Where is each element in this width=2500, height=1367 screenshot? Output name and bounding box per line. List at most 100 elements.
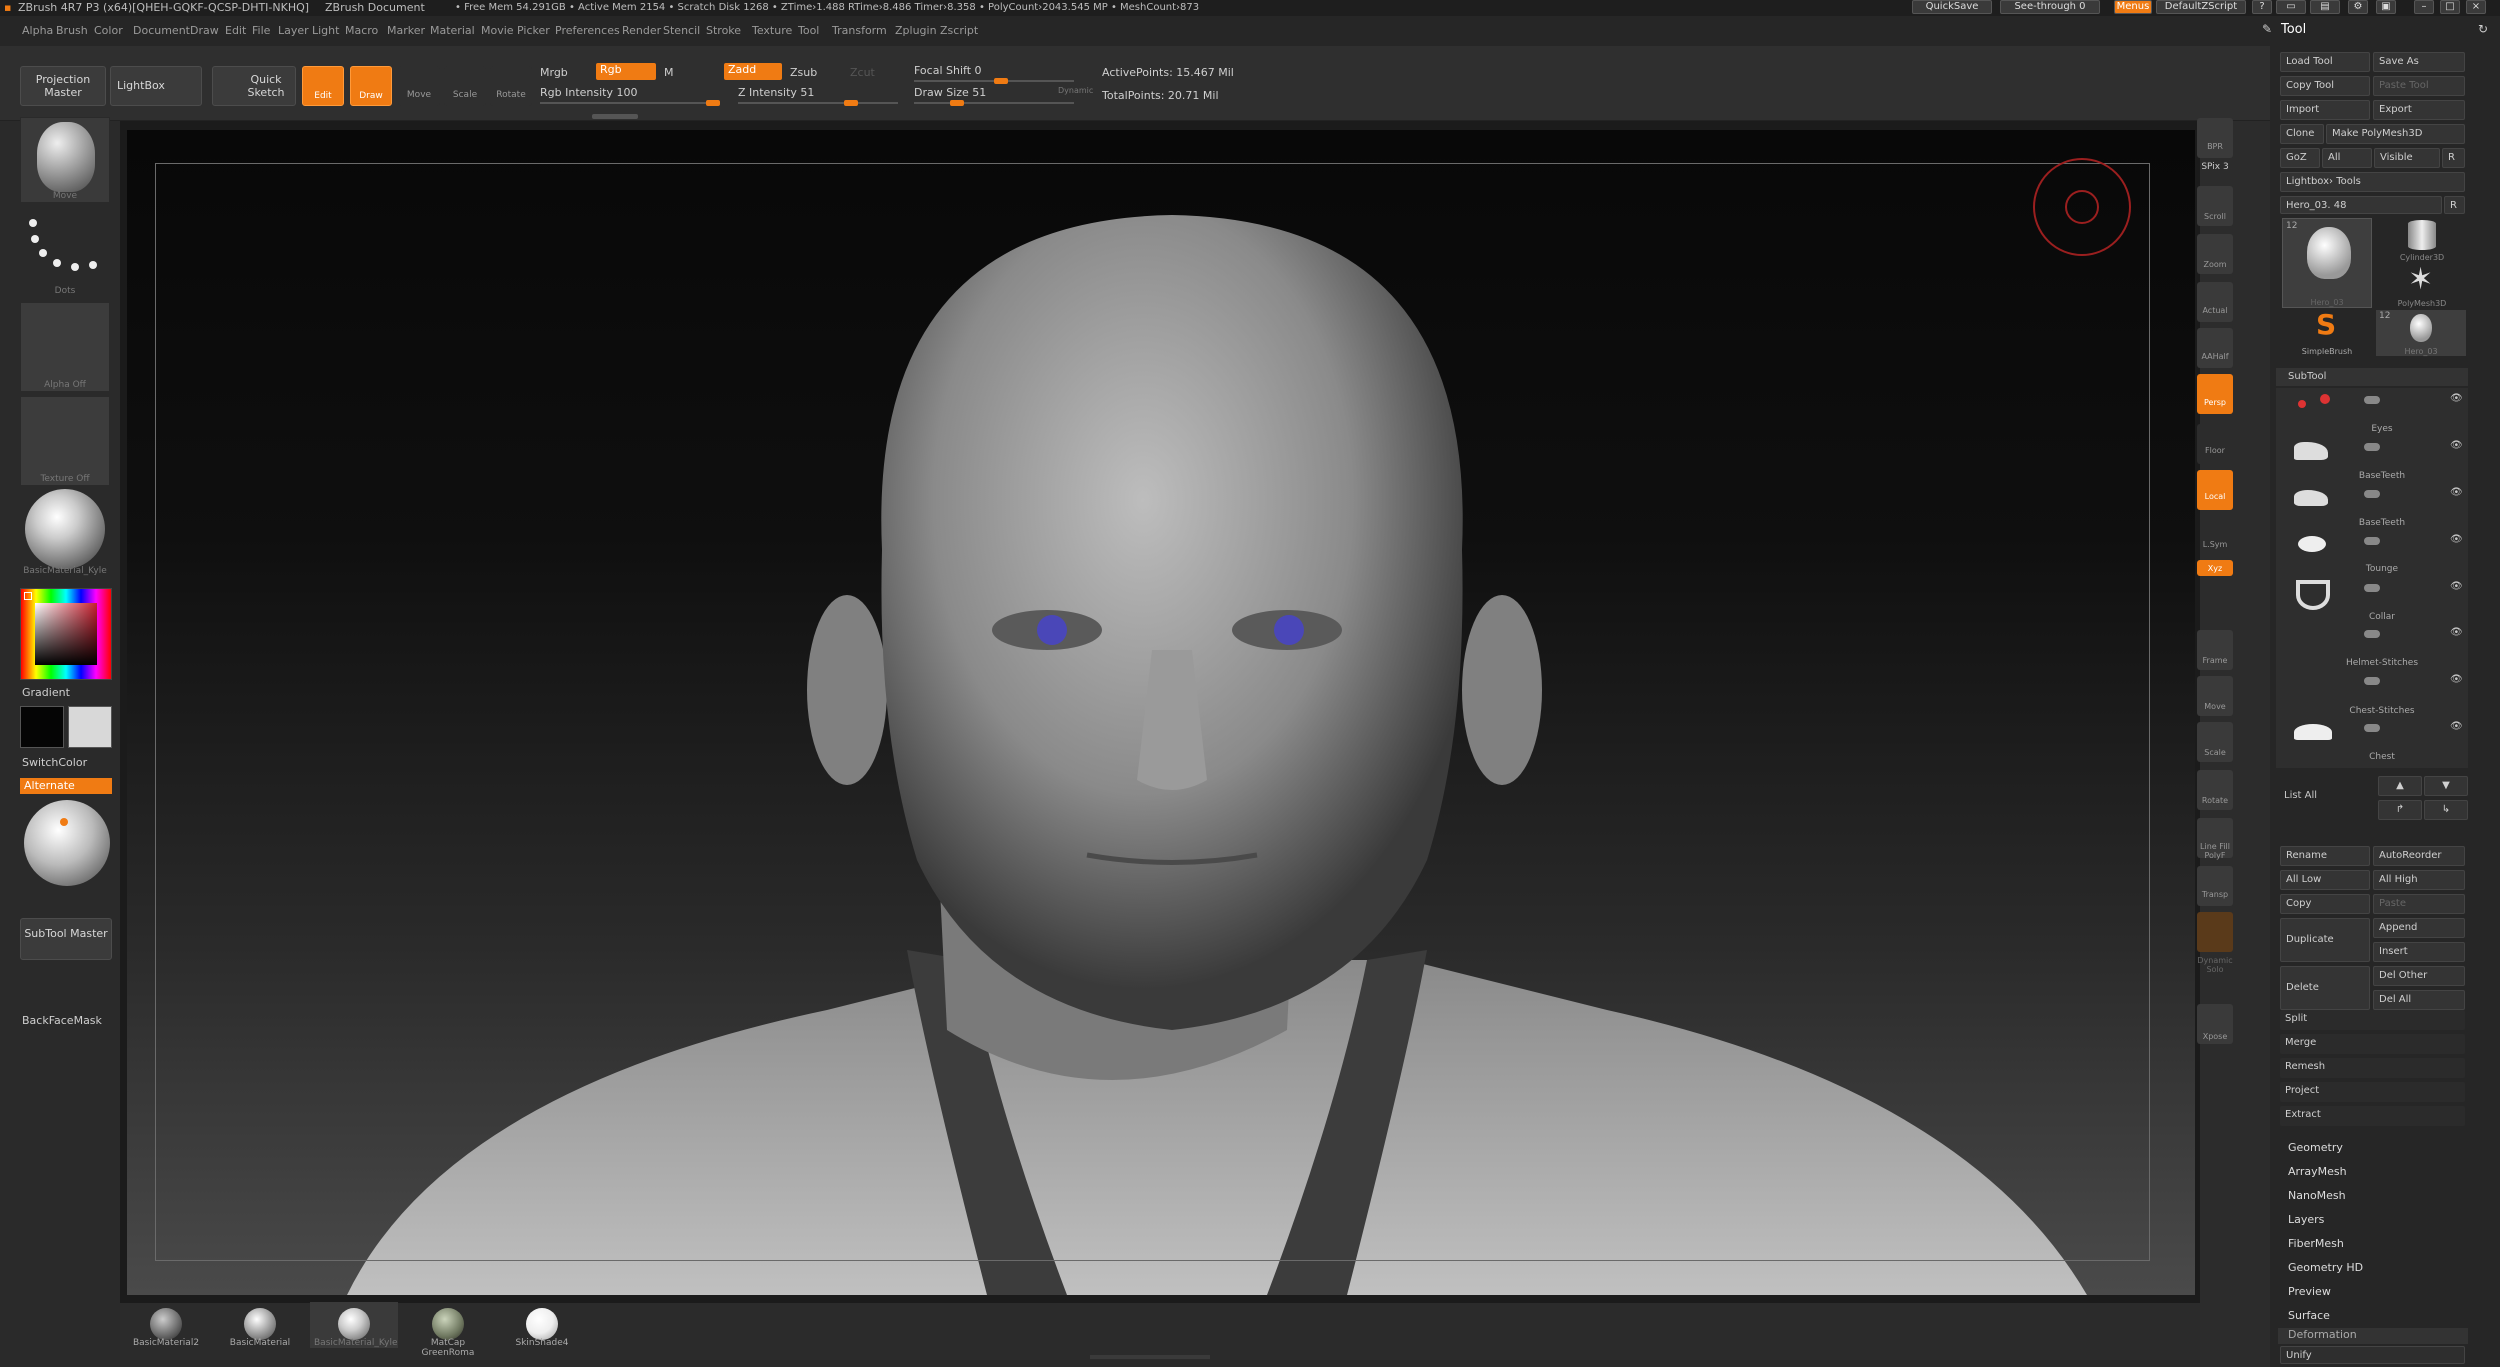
arraymesh-section[interactable]: ArrayMesh — [2288, 1165, 2347, 1178]
quick-sketch-button[interactable]: Quick Sketch — [212, 66, 296, 106]
alternate-button[interactable]: Alternate — [20, 778, 112, 794]
menus-button[interactable]: Menus — [2114, 0, 2152, 14]
spix-label[interactable]: SPix 3 — [2193, 162, 2237, 172]
menu-preferences[interactable]: Preferences — [555, 24, 620, 37]
subtool-toggle[interactable] — [2364, 490, 2380, 498]
load-tool-button[interactable]: Load Tool — [2280, 52, 2370, 72]
copy-subtool-button[interactable]: Copy — [2280, 894, 2370, 914]
rotate-mode-button[interactable]: Rotate — [490, 66, 532, 106]
subtool-name-chest[interactable]: Chest — [2322, 752, 2442, 762]
lsym-button[interactable]: L.Sym — [2193, 540, 2237, 549]
alpha-thumbnail[interactable]: Alpha Off — [20, 302, 110, 392]
lock-icon[interactable]: ▣ — [2376, 0, 2396, 14]
extract-button[interactable]: Extract — [2280, 1106, 2465, 1126]
tool-thumb-polymesh[interactable]: ✶ PolyMesh3D — [2378, 264, 2466, 309]
zsub-toggle[interactable]: Zsub — [790, 66, 817, 79]
material-skinshade4[interactable] — [526, 1308, 558, 1340]
backface-mask-button[interactable]: BackFaceMask — [22, 1014, 102, 1027]
subtool-toggle[interactable] — [2364, 630, 2380, 638]
subtool-name-collar[interactable]: Collar — [2322, 612, 2442, 622]
all-high-button[interactable]: All High — [2373, 870, 2465, 890]
light-sphere[interactable] — [24, 800, 110, 886]
move-bottom-icon[interactable]: ↳ — [2424, 800, 2468, 820]
append-button[interactable]: Append — [2373, 918, 2465, 938]
menu-file[interactable]: File — [252, 24, 270, 37]
project-button[interactable]: Project — [2280, 1082, 2465, 1102]
menu-stroke[interactable]: Stroke — [706, 24, 741, 37]
edit-mode-button[interactable]: Edit — [302, 66, 344, 106]
see-through-slider[interactable]: See-through 0 — [2000, 0, 2100, 14]
menu-marker[interactable]: Marker — [387, 24, 425, 37]
menu-tool[interactable]: Tool — [798, 24, 819, 37]
menu-document[interactable]: Document — [133, 24, 190, 37]
copy-tool-button[interactable]: Copy Tool — [2280, 76, 2370, 96]
move-top-icon[interactable]: ↱ — [2378, 800, 2422, 820]
lightbox-button[interactable]: LightBox — [110, 66, 202, 106]
close-icon[interactable]: × — [2466, 0, 2486, 14]
menu-movie[interactable]: Movie — [481, 24, 514, 37]
visible-button[interactable]: Visible — [2374, 148, 2440, 168]
rgb-toggle[interactable]: Rgb — [596, 63, 656, 80]
current-tool-slider[interactable]: Hero_03. 48 — [2280, 196, 2442, 214]
draw-mode-button[interactable]: Draw — [350, 66, 392, 106]
toolbar-scroll-handle[interactable] — [592, 114, 638, 119]
transp-button[interactable] — [2197, 866, 2233, 906]
tool-thumb-cylinder[interactable]: Cylinder3D — [2378, 218, 2466, 262]
minimize-icon[interactable]: – — [2414, 0, 2434, 14]
insert-button[interactable]: Insert — [2373, 942, 2465, 962]
goz-all-button[interactable]: All — [2322, 148, 2372, 168]
clone-button[interactable]: Clone — [2280, 124, 2324, 144]
menu-picker[interactable]: Picker — [517, 24, 550, 37]
delete-button[interactable]: Delete — [2280, 966, 2370, 1010]
tool-thumb-hero-2[interactable]: 12 Hero_03 — [2376, 310, 2466, 356]
panel-reset-icon[interactable]: ↻ — [2478, 22, 2488, 36]
subtool-toggle[interactable] — [2364, 443, 2380, 451]
r-button[interactable]: R — [2442, 148, 2465, 168]
ghost-button[interactable] — [2197, 912, 2233, 952]
aahalf-button[interactable] — [2197, 328, 2233, 368]
menu-transform[interactable]: Transform — [832, 24, 887, 37]
import-button[interactable]: Import — [2280, 100, 2370, 120]
zcut-toggle[interactable]: Zcut — [850, 66, 875, 79]
subtool-master-button[interactable]: SubTool Master — [20, 918, 112, 960]
lightbox-tools-button[interactable]: Lightbox› Tools — [2280, 172, 2465, 192]
texture-thumbnail[interactable]: Texture Off — [20, 396, 110, 486]
subtool-toggle[interactable] — [2364, 724, 2380, 732]
material-matcap-greenroma[interactable] — [432, 1308, 464, 1340]
m-toggle[interactable]: M — [664, 66, 674, 79]
scale-mode-button[interactable]: Scale — [444, 66, 486, 106]
make-polymesh-button[interactable]: Make PolyMesh3D — [2326, 124, 2465, 144]
goz-button[interactable]: GoZ — [2280, 148, 2320, 168]
material-basicmaterial2[interactable] — [150, 1308, 182, 1340]
visibility-eye-icon[interactable]: 👁 — [2450, 721, 2463, 732]
quicksave-button[interactable]: QuickSave — [1912, 0, 1992, 14]
menu-light[interactable]: Light — [312, 24, 339, 37]
menu-stencil[interactable]: Stencil — [663, 24, 700, 37]
persp-button[interactable] — [2197, 374, 2233, 414]
subtool-toggle[interactable] — [2364, 396, 2380, 404]
tool-thumb-simplebrush[interactable]: S SimpleBrush — [2282, 310, 2372, 357]
subtool-header[interactable]: SubTool — [2276, 368, 2468, 386]
subtool-name-helmet-stitches[interactable]: Helmet-Stitches — [2322, 658, 2442, 668]
actual-button[interactable] — [2197, 282, 2233, 322]
focal-shift-slider[interactable] — [914, 78, 1074, 84]
move-up-icon[interactable]: ▲ — [2378, 776, 2422, 796]
draw-size-slider[interactable] — [914, 100, 1074, 106]
deformation-section[interactable]: Deformation — [2278, 1328, 2468, 1344]
move-down-icon[interactable]: ▼ — [2424, 776, 2468, 796]
export-button[interactable]: Export — [2373, 100, 2465, 120]
tool-thumb-hero[interactable]: 12 Hero_03 — [2282, 218, 2372, 308]
subtool-name-baseteeth[interactable]: BaseTeeth — [2322, 471, 2442, 481]
z-intensity-slider[interactable] — [738, 100, 898, 106]
menu-zscript[interactable]: Zscript — [940, 24, 978, 37]
menu-draw[interactable]: Draw — [190, 24, 219, 37]
subtool-toggle[interactable] — [2364, 537, 2380, 545]
surface-section[interactable]: Surface — [2288, 1309, 2330, 1322]
brush-thumbnail[interactable]: Move — [20, 117, 110, 203]
material-basicmaterial[interactable] — [244, 1308, 276, 1340]
settings-icon[interactable]: ⚙ — [2348, 0, 2368, 14]
subtool-name-chest-stitches[interactable]: Chest-Stitches — [2322, 706, 2442, 716]
list-all-button[interactable]: List All — [2284, 790, 2317, 801]
fibermesh-section[interactable]: FiberMesh — [2288, 1237, 2344, 1250]
preview-section[interactable]: Preview — [2288, 1285, 2331, 1298]
